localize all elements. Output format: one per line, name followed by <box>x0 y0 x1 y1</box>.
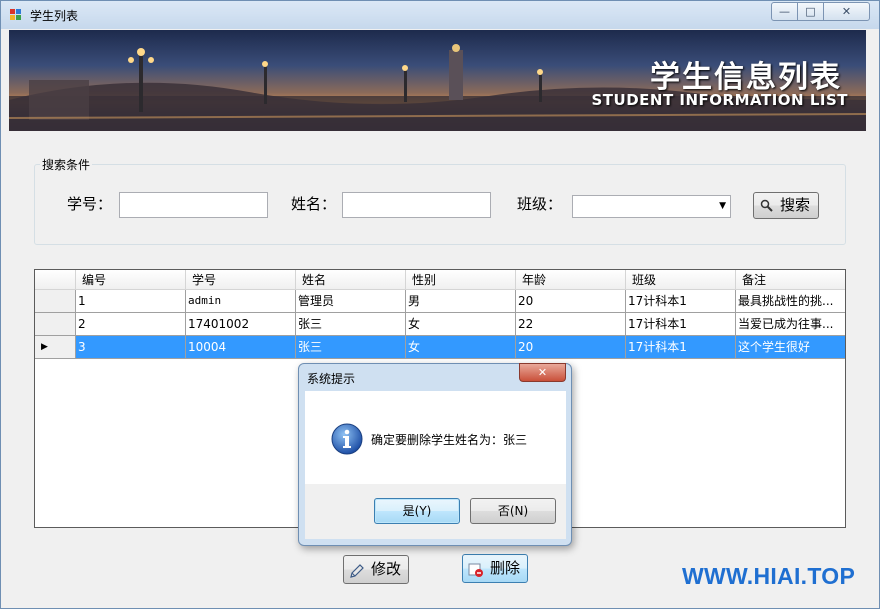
cell-gender[interactable]: 男 <box>406 290 516 312</box>
cell-gender[interactable]: 女 <box>406 313 516 335</box>
cell-id[interactable]: 2 <box>76 313 186 335</box>
title-bar[interactable]: 学生列表 — □ ✕ <box>1 1 879 29</box>
cell-name[interactable]: 张三 <box>296 336 406 358</box>
cell-remark[interactable]: 这个学生很好 <box>736 336 845 358</box>
delete-icon <box>468 563 483 577</box>
main-window: 学生列表 — □ ✕ 学生信息列表 STUDENT INFORMATION LI… <box>0 0 880 609</box>
student-no-input[interactable] <box>119 192 268 218</box>
search-button-label: 搜索 <box>779 196 810 214</box>
column-header-student-no[interactable]: 学号 <box>186 270 296 289</box>
maximize-button[interactable]: □ <box>797 2 824 21</box>
dialog-message: 确定要删除学生姓名为：张三 <box>371 433 528 447</box>
row-pointer-icon: ▶ <box>41 342 48 352</box>
banner-subtitle: STUDENT INFORMATION LIST <box>591 91 848 109</box>
column-header-age[interactable]: 年龄 <box>516 270 626 289</box>
table-row[interactable]: 2 17401002 张三 女 22 17计科本1 当爱已成为往事... <box>35 313 845 336</box>
dialog-footer: 是(Y) 否(N) <box>305 484 566 539</box>
yes-button[interactable]: 是(Y) <box>374 498 460 524</box>
cell-id[interactable]: 1 <box>76 290 186 312</box>
cell-id[interactable]: 3 <box>76 336 186 358</box>
cell-age[interactable]: 22 <box>516 313 626 335</box>
minimize-button[interactable]: — <box>771 2 798 21</box>
dialog-body: 确定要删除学生姓名为：张三 <box>305 391 566 484</box>
cell-age[interactable]: 20 <box>516 290 626 312</box>
cell-gender[interactable]: 女 <box>406 336 516 358</box>
row-header[interactable] <box>35 313 76 335</box>
chevron-down-icon: ▼ <box>719 201 726 211</box>
confirm-dialog: 系统提示 ✕ 确定要删除学生姓名为：张三 是(Y) 否(N) <box>298 363 572 546</box>
name-label: 姓名： <box>291 195 337 213</box>
dialog-close-button[interactable]: ✕ <box>519 363 566 382</box>
cell-class[interactable]: 17计科本1 <box>626 336 736 358</box>
edit-button[interactable]: 修改 <box>343 555 409 584</box>
column-header-class[interactable]: 班级 <box>626 270 736 289</box>
column-header-remark[interactable]: 备注 <box>736 270 845 289</box>
edit-button-label: 修改 <box>370 560 401 578</box>
delete-button[interactable]: 删除 <box>462 554 528 583</box>
table-header: 编号 学号 姓名 性别 年龄 班级 备注 <box>35 270 845 290</box>
cell-student-no[interactable]: admin <box>186 290 296 312</box>
app-icon <box>10 9 23 21</box>
row-header-corner <box>35 270 76 289</box>
cell-class[interactable]: 17计科本1 <box>626 290 736 312</box>
search-group-label: 搜索条件 <box>40 156 93 173</box>
column-header-gender[interactable]: 性别 <box>406 270 516 289</box>
column-header-name[interactable]: 姓名 <box>296 270 406 289</box>
cell-student-no[interactable]: 17401002 <box>186 313 296 335</box>
search-icon <box>760 199 773 212</box>
cell-name[interactable]: 管理员 <box>296 290 406 312</box>
class-select[interactable]: ▼ <box>572 195 731 218</box>
cell-name[interactable]: 张三 <box>296 313 406 335</box>
row-header[interactable] <box>35 290 76 312</box>
student-no-label: 学号： <box>67 195 113 213</box>
table-row[interactable]: 1 admin 管理员 男 20 17计科本1 最具挑战性的挑... <box>35 290 845 313</box>
cell-remark[interactable]: 最具挑战性的挑... <box>736 290 845 312</box>
banner-title: 学生信息列表 <box>650 60 842 95</box>
close-button[interactable]: ✕ <box>823 2 870 21</box>
delete-button-label: 删除 <box>489 559 520 577</box>
cell-remark[interactable]: 当爱已成为往事... <box>736 313 845 335</box>
dialog-title: 系统提示 <box>307 372 356 386</box>
cell-class[interactable]: 17计科本1 <box>626 313 736 335</box>
window-title: 学生列表 <box>30 9 79 23</box>
search-button[interactable]: 搜索 <box>753 192 819 219</box>
table-row-selected[interactable]: ▶ 3 10004 张三 女 20 17计科本1 这个学生很好 <box>35 336 845 359</box>
info-icon <box>331 423 363 455</box>
pencil-icon <box>350 564 364 578</box>
name-input[interactable] <box>342 192 491 218</box>
column-header-id[interactable]: 编号 <box>76 270 186 289</box>
cell-age[interactable]: 20 <box>516 336 626 358</box>
class-label: 班级： <box>517 195 563 213</box>
cell-student-no[interactable]: 10004 <box>186 336 296 358</box>
row-header[interactable]: ▶ <box>35 336 76 358</box>
header-banner: 学生信息列表 STUDENT INFORMATION LIST <box>9 30 866 131</box>
watermark-text: WWW.HIAI.TOP <box>682 563 856 589</box>
no-button[interactable]: 否(N) <box>470 498 556 524</box>
